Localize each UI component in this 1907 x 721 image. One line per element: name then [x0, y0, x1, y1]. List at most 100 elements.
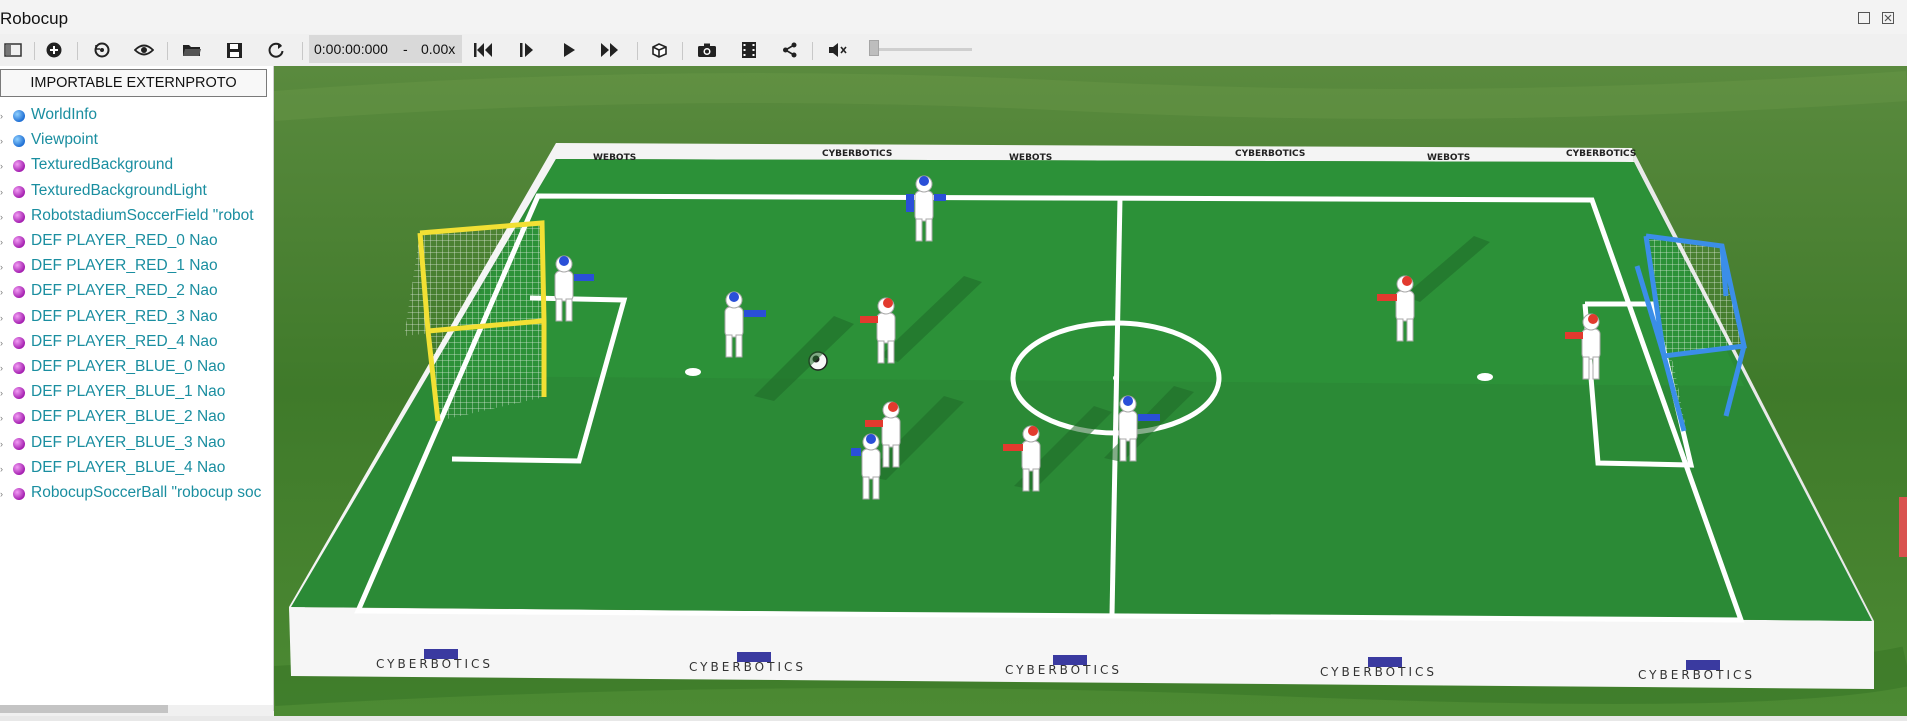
- svg-text:CYBERBOTICS: CYBERBOTICS: [1566, 149, 1636, 159]
- toggle-scene-tree-button[interactable]: [0, 38, 26, 62]
- node-type-icon: [13, 437, 25, 450]
- volume-slider-track[interactable]: [872, 48, 972, 51]
- node-type-icon: [13, 362, 25, 374]
- scene-tree-node-label: DEF PLAYER_RED_2 Nao: [31, 282, 218, 300]
- expand-arrow-icon[interactable]: ›: [0, 388, 3, 398]
- camera-icon: [698, 43, 716, 57]
- expand-arrow-icon[interactable]: ›: [0, 439, 3, 449]
- scene-tree-node[interactable]: › TexturedBackgroundLight: [0, 179, 273, 204]
- scene-tree-node[interactable]: › DEF PLAYER_RED_4 Nao: [0, 330, 273, 355]
- eye-icon: [134, 44, 154, 56]
- toolbar-separator: [167, 42, 168, 60]
- share-button[interactable]: [777, 38, 803, 62]
- reload-world-button[interactable]: [263, 38, 289, 62]
- panel-icon: [4, 43, 22, 57]
- toolbar-separator: [682, 42, 683, 60]
- importable-externproto-button[interactable]: IMPORTABLE EXTERNPROTO: [0, 69, 267, 97]
- scene-tree-node-label: DEF PLAYER_BLUE_2 Nao: [31, 408, 226, 426]
- scene-tree-node[interactable]: › Viewpoint: [0, 128, 273, 153]
- restore-window-button[interactable]: [1858, 12, 1870, 24]
- add-node-button[interactable]: [41, 38, 67, 62]
- expand-arrow-icon[interactable]: ›: [0, 287, 3, 297]
- expand-arrow-icon[interactable]: ›: [0, 136, 3, 146]
- node-type-icon: [13, 210, 25, 223]
- node-type-icon: [13, 311, 25, 324]
- toolbar-separator: [812, 42, 813, 60]
- scene-tree-node[interactable]: › RobotstadiumSoccerField "robot: [0, 204, 273, 229]
- scene-tree-scrollbar-thumb[interactable]: [0, 705, 168, 713]
- run-realtime-button[interactable]: [556, 38, 582, 62]
- scene-tree-node[interactable]: › DEF PLAYER_BLUE_4 Nao: [0, 456, 273, 481]
- penalty-mark-left: [685, 368, 701, 376]
- status-bar: [0, 716, 1907, 721]
- scene-tree-node[interactable]: › WorldInfo: [0, 103, 273, 128]
- expand-arrow-icon[interactable]: ›: [0, 111, 3, 121]
- scene-tree-node[interactable]: › DEF PLAYER_BLUE_0 Nao: [0, 355, 273, 380]
- svg-text:CYBERBOTICS: CYBERBOTICS: [376, 657, 493, 671]
- expand-arrow-icon[interactable]: ›: [0, 338, 3, 348]
- scene-tree-node[interactable]: › DEF PLAYER_RED_3 Nao: [0, 305, 273, 330]
- scene-tree-node[interactable]: › DEF PLAYER_BLUE_3 Nao: [0, 431, 273, 456]
- expand-arrow-icon[interactable]: ›: [0, 212, 3, 222]
- node-type-icon: [13, 261, 25, 274]
- svg-text:CYBERBOTICS: CYBERBOTICS: [822, 149, 892, 159]
- mute-button[interactable]: [825, 38, 851, 62]
- play-icon: [564, 43, 575, 57]
- simulation-time-display: 0:00:00:000 - 0.00x: [309, 35, 462, 63]
- scene-tree-node-label: DEF PLAYER_BLUE_3 Nao: [31, 433, 226, 451]
- scene-tree-node-label: TexturedBackground: [31, 156, 174, 174]
- svg-text:WEBOTS: WEBOTS: [1009, 153, 1052, 163]
- fast-forward-button[interactable]: [597, 38, 623, 62]
- scene-tree-node-label: DEF PLAYER_RED_0 Nao: [31, 232, 218, 249]
- 3d-viewport[interactable]: WEBOTS CYBERBOTICS WEBOTS CYBERBOTICS WE…: [274, 66, 1907, 716]
- expand-arrow-icon[interactable]: ›: [0, 413, 3, 423]
- scene-tree-node-label: DEF PLAYER_BLUE_0 Nao: [31, 358, 226, 375]
- node-type-icon: [13, 387, 25, 400]
- expand-arrow-icon[interactable]: ›: [0, 187, 3, 197]
- expand-arrow-icon[interactable]: ›: [0, 464, 3, 474]
- scene-tree-node[interactable]: › DEF PLAYER_RED_0 Nao: [0, 229, 273, 254]
- scene-tree-node[interactable]: › DEF PLAYER_BLUE_1 Nao: [0, 380, 273, 405]
- step-icon: [520, 43, 533, 57]
- folder-icon: [183, 45, 201, 56]
- node-type-icon: [13, 286, 25, 299]
- share-icon: [783, 42, 797, 58]
- svg-text:CYBERBOTICS: CYBERBOTICS: [1005, 663, 1122, 677]
- node-type-icon: [13, 160, 25, 173]
- visibility-button[interactable]: [131, 38, 157, 62]
- reset-simulation-button[interactable]: [470, 38, 496, 62]
- field-shade: [434, 159, 1744, 386]
- record-movie-button[interactable]: [736, 38, 762, 62]
- take-screenshot-button[interactable]: [694, 38, 720, 62]
- scene-tree-node[interactable]: › RobocupSoccerBall "robocup soc: [0, 481, 273, 506]
- simulation-speed: 0.00x: [421, 41, 456, 57]
- open-world-button[interactable]: [179, 38, 205, 62]
- node-type-icon: [13, 110, 25, 122]
- expand-arrow-icon[interactable]: ›: [0, 489, 3, 499]
- scene-tree-node-label: DEF PLAYER_RED_3 Nao: [31, 307, 218, 325]
- scene-tree-node[interactable]: › DEF PLAYER_RED_2 Nao: [0, 279, 273, 304]
- step-button[interactable]: [513, 38, 539, 62]
- expand-arrow-icon[interactable]: ›: [0, 237, 3, 247]
- reset-view-button[interactable]: [89, 38, 115, 62]
- simulation-time: 0:00:00:000: [314, 41, 388, 57]
- close-window-button[interactable]: [1882, 12, 1894, 24]
- node-type-icon: [13, 185, 25, 198]
- grass-texture: [274, 71, 1907, 121]
- title-bar: Robocup: [0, 0, 1907, 34]
- scene-tree-node[interactable]: › DEF PLAYER_BLUE_2 Nao: [0, 405, 273, 430]
- expand-arrow-icon[interactable]: ›: [0, 313, 3, 323]
- scene-tree-node[interactable]: › TexturedBackground: [0, 153, 273, 178]
- view-3d-button[interactable]: [646, 38, 672, 62]
- volume-slider-handle[interactable]: [869, 40, 879, 56]
- svg-text:CYBERBOTICS: CYBERBOTICS: [689, 660, 806, 674]
- expand-arrow-icon[interactable]: ›: [0, 262, 3, 272]
- expand-arrow-icon[interactable]: ›: [0, 161, 3, 171]
- plus-circle-icon: [46, 42, 62, 58]
- expand-arrow-icon[interactable]: ›: [0, 363, 3, 373]
- scene-tree-node-label: RobocupSoccerBall "robocup soc: [31, 484, 262, 501]
- scene-tree-node[interactable]: › DEF PLAYER_RED_1 Nao: [0, 254, 273, 279]
- toolbar-separator: [637, 42, 638, 60]
- cube-icon: [652, 43, 667, 58]
- save-world-button[interactable]: [221, 38, 247, 62]
